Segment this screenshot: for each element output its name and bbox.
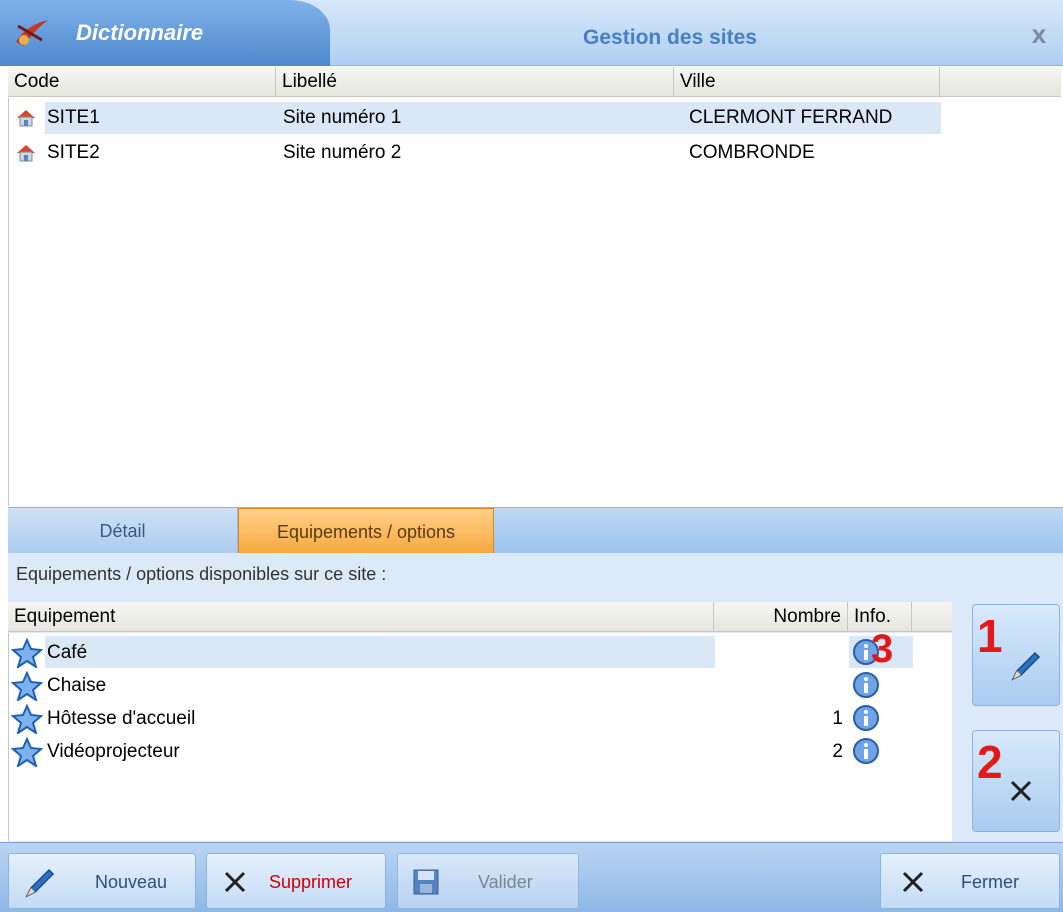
bottom-toolbar: Nouveau Supprimer Valider Fermer <box>0 842 1063 912</box>
close-window-button-label: Fermer <box>961 872 1019 892</box>
pencil-icon <box>1011 651 1041 681</box>
star-icon <box>11 671 43 701</box>
close-x-icon <box>1010 780 1032 802</box>
equipment-count: 2 <box>832 741 843 762</box>
info-icon[interactable] <box>851 737 881 767</box>
table-row[interactable]: SITE2 Site numéro 2 COMBRONDE <box>9 136 1062 170</box>
equipment-name: Chaise <box>47 675 107 696</box>
star-icon <box>11 737 43 767</box>
new-button[interactable]: Nouveau <box>8 853 196 909</box>
annotation-1: 1 <box>977 610 1003 662</box>
site-house-icon <box>17 145 35 162</box>
annotation-3: 3 <box>871 627 894 671</box>
detail-tabs: Détail Equipements / options <box>8 507 1063 554</box>
dictionary-logo-icon <box>16 20 48 46</box>
site-ville: CLERMONT FERRAND <box>689 107 893 128</box>
equipment-count: 1 <box>832 708 843 729</box>
delete-button-label: Supprimer <box>269 872 353 892</box>
equipments-table-header: Equipement Nombre Info. <box>8 602 952 632</box>
equipments-caption: Equipements / options disponibles sur ce… <box>16 564 387 584</box>
site-code: SITE2 <box>47 142 100 163</box>
column-header-nombre[interactable]: Nombre <box>714 602 848 632</box>
dictionary-tab[interactable]: Dictionnaire <box>0 0 330 66</box>
equipment-name: Hôtesse d'accueil <box>47 708 196 729</box>
save-disk-icon <box>413 869 439 895</box>
star-icon <box>11 704 43 734</box>
tab-detail[interactable]: Détail <box>8 508 238 554</box>
list-item[interactable]: Chaise <box>9 669 953 702</box>
list-item[interactable]: Vidéoprojecteur 2 <box>9 735 953 768</box>
tab-equipements-options[interactable]: Equipements / options <box>238 508 494 554</box>
site-libelle: Site numéro 1 <box>283 107 402 128</box>
equipment-name: Café <box>47 642 88 663</box>
list-item[interactable]: Café <box>9 636 953 669</box>
info-icon[interactable] <box>851 704 881 734</box>
site-libelle: Site numéro 2 <box>283 142 402 163</box>
edit-equipment-button[interactable]: 1 <box>972 604 1060 706</box>
equipments-table: Café Chaise Hôtesse d'accueil 1 Vidéopro… <box>8 627 953 841</box>
close-button[interactable]: x <box>1024 20 1054 48</box>
annotation-2: 2 <box>977 736 1003 788</box>
delete-button[interactable]: Supprimer <box>206 853 386 909</box>
close-x-icon <box>224 871 246 893</box>
sites-table-header: Code Libellé Ville <box>8 67 1061 97</box>
validate-button[interactable]: Valider <box>397 853 579 909</box>
column-header-libelle[interactable]: Libellé <box>276 67 674 97</box>
column-header-code[interactable]: Code <box>8 67 276 97</box>
site-house-icon <box>17 110 35 127</box>
new-button-label: Nouveau <box>95 872 168 892</box>
close-window-button[interactable]: Fermer <box>880 853 1060 909</box>
list-item[interactable]: Hôtesse d'accueil 1 <box>9 702 953 735</box>
close-x-icon <box>902 871 924 893</box>
column-header-ville[interactable]: Ville <box>674 67 940 97</box>
table-row[interactable]: SITE1 Site numéro 1 CLERMONT FERRAND <box>9 101 1062 135</box>
sites-table: SITE1 Site numéro 1 CLERMONT FERRAND SIT… <box>8 98 1061 506</box>
window-title: Gestion des sites <box>583 26 757 49</box>
column-header-equipement[interactable]: Equipement <box>8 602 714 632</box>
star-icon <box>11 638 43 668</box>
equipment-name: Vidéoprojecteur <box>47 741 180 762</box>
info-icon[interactable] <box>851 671 881 701</box>
dictionary-tab-label: Dictionnaire <box>76 20 204 45</box>
validate-button-label: Valider <box>478 872 533 892</box>
site-code: SITE1 <box>47 107 100 128</box>
pencil-icon <box>25 868 55 898</box>
remove-equipment-button[interactable]: 2 <box>972 730 1060 832</box>
site-ville: COMBRONDE <box>689 142 815 163</box>
